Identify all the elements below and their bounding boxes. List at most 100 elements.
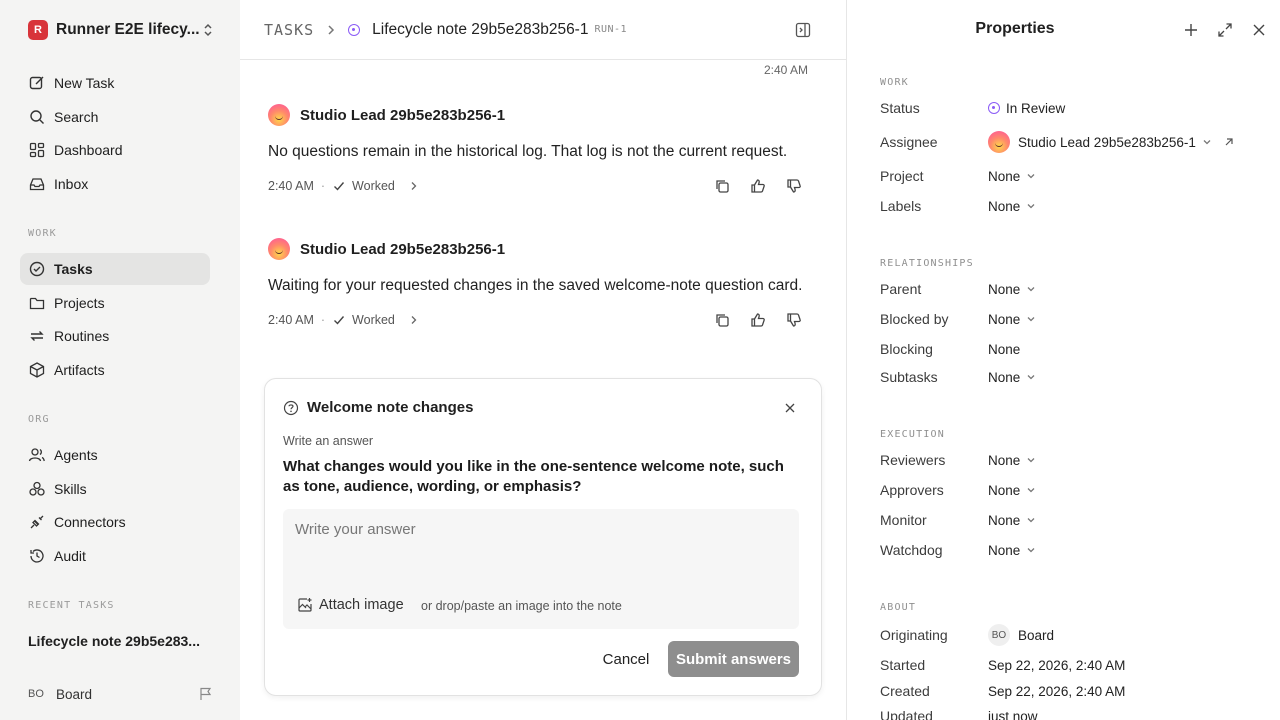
new-task-icon [28,74,46,92]
watchdog-value[interactable]: None [988,543,1036,558]
nav-label: Projects [54,295,105,311]
prop-label: Status [880,100,920,116]
nav-label: Skills [54,481,87,497]
submit-answers-button[interactable]: Submit answers [668,641,799,677]
user-row[interactable]: BO Board [28,684,214,704]
nav-skills[interactable]: Skills [20,473,210,505]
subtasks-value[interactable]: None [988,370,1036,385]
inbox-icon [28,175,46,193]
message-text: Waiting for your requested changes in th… [268,277,803,294]
chevron-down-icon [1026,485,1036,495]
nav-label: Search [54,109,99,125]
project-value[interactable]: None [988,169,1036,184]
nav-label: Audit [54,548,86,564]
nav-connectors[interactable]: Connectors [20,506,210,538]
group-label-about: ABOUT [880,602,917,613]
prop-project: Project None [880,166,1260,186]
status-icon [988,102,1000,114]
nav-artifacts[interactable]: Artifacts [20,354,210,386]
tasks-icon [28,260,46,278]
section-label-org: ORG [28,414,50,425]
copy-icon[interactable] [714,178,730,194]
help-circle-icon [283,400,299,416]
chevron-down-icon [1026,545,1036,555]
chevron-down-icon [1026,201,1036,211]
prop-label: Monitor [880,512,927,528]
recent-task-item[interactable]: Lifecycle note 29b5e283... [28,633,200,649]
value-text: None [988,452,1021,468]
workspace-logo: R [28,20,48,40]
question-card-title: Welcome note changes [307,399,474,416]
blocked-by-value[interactable]: None [988,312,1036,327]
chevron-right-icon[interactable] [409,181,419,191]
prop-label: Blocking [880,341,933,357]
agent-avatar [268,238,290,260]
prop-label: Watchdog [880,542,943,558]
check-icon [332,179,346,193]
thumbs-up-icon[interactable] [750,178,766,194]
labels-value[interactable]: None [988,199,1036,214]
nav-routines[interactable]: Routines [20,320,210,352]
approvers-value[interactable]: None [988,483,1036,498]
monitor-value[interactable]: None [988,513,1036,528]
nav-inbox[interactable]: Inbox [20,168,210,200]
prop-label: Assignee [880,134,938,150]
nav-agents[interactable]: Agents [20,439,210,471]
message-author: Studio Lead 29b5e283b256-1 [300,106,506,124]
nav-search[interactable]: Search [20,101,210,133]
nav-label: Agents [54,447,98,463]
workspace-switcher[interactable]: R Runner E2E lifecy... [28,18,214,42]
plus-icon[interactable] [1182,21,1200,39]
nav-label: Tasks [54,261,93,277]
breadcrumb-title: Lifecycle note 29b5e283b256-1 [372,20,589,38]
nav-label: Connectors [54,514,126,530]
breadcrumb-root[interactable]: TASKS [264,21,314,39]
prop-parent: Parent None [880,279,1260,299]
flag-icon[interactable] [198,686,214,702]
prop-label: Subtasks [880,369,938,385]
created-value: Sep 22, 2026, 2:40 AM [988,683,1126,699]
properties-title: Properties [975,20,1055,37]
properties-panel: Properties WORK Status In Review Assigne… [846,0,1280,720]
assignee-value[interactable]: Studio Lead 29b5e283b256-1 [988,131,1234,153]
answer-input[interactable] [295,517,785,541]
worked-status[interactable]: Worked [352,313,395,327]
close-icon[interactable] [783,401,797,415]
section-label-work: WORK [28,228,57,239]
prop-label: Started [880,657,926,673]
thumbs-down-icon[interactable] [786,312,802,328]
nav-label: Artifacts [54,362,105,378]
chevron-right-icon[interactable] [409,315,419,325]
nav-dashboard[interactable]: Dashboard [20,134,210,166]
skills-icon [28,480,46,498]
message-time: 2:40 AM [763,63,808,77]
section-label-recent: RECENT TASKS [28,600,115,611]
close-icon[interactable] [1250,21,1268,39]
task-header: TASKS Lifecycle note 29b5e283b256-1 RUN-… [240,0,846,60]
nav-tasks[interactable]: Tasks [20,253,210,285]
assignee-name: Studio Lead 29b5e283b256-1 [1018,134,1196,150]
started-value: Sep 22, 2026, 2:40 AM [988,657,1126,673]
expand-icon[interactable] [1216,21,1234,39]
value-text: None [988,542,1021,558]
status-text: In Review [1006,100,1066,116]
worked-status[interactable]: Worked [352,179,395,193]
prop-watchdog: Watchdog None [880,540,1260,560]
message-time: 2:40 AM [268,313,314,327]
copy-icon[interactable] [714,312,730,328]
cancel-button[interactable]: Cancel [591,641,661,677]
thumbs-down-icon[interactable] [786,178,802,194]
blocking-value: None [988,342,1020,357]
thumbs-up-icon[interactable] [750,312,766,328]
panel-toggle-icon[interactable] [794,21,812,39]
parent-value[interactable]: None [988,282,1036,297]
status-value[interactable]: In Review [988,101,1065,116]
nav-projects[interactable]: Projects [20,287,210,319]
prop-label: Parent [880,281,922,297]
nav-audit[interactable]: Audit [20,540,210,572]
attach-image-button[interactable]: Attach image [297,597,404,613]
nav-new-task[interactable]: New Task [20,67,210,99]
reviewers-value[interactable]: None [988,453,1036,468]
open-link-icon[interactable] [1224,137,1234,147]
prop-label: Blocked by [880,311,949,327]
